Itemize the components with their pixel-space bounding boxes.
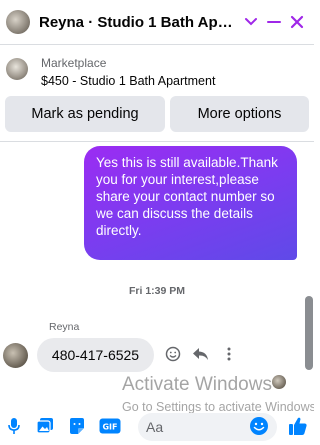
- svg-text:GIF: GIF: [102, 423, 117, 432]
- close-icon[interactable]: [289, 13, 306, 31]
- reply-icon[interactable]: [191, 344, 211, 364]
- incoming-message[interactable]: 480-417-6525: [37, 338, 154, 372]
- marketplace-divider: [0, 141, 314, 142]
- seen-avatar: [272, 375, 286, 389]
- header-divider: [0, 44, 314, 45]
- composer: GIF: [0, 408, 314, 445]
- more-actions-icon[interactable]: [219, 344, 239, 364]
- sticker-icon[interactable]: [66, 415, 88, 437]
- message-timestamp: Fri 1:39 PM: [128, 285, 186, 297]
- marketplace-label: Marketplace: [41, 56, 107, 70]
- scrollbar[interactable]: [305, 296, 313, 370]
- minimize-icon[interactable]: [265, 13, 282, 31]
- watermark-title: Activate Windows: [122, 374, 272, 395]
- sender-name: Reyna: [49, 321, 80, 333]
- outgoing-message[interactable]: Yes this is still available.Thank you fo…: [84, 146, 297, 260]
- chevron-down-icon[interactable]: [242, 13, 259, 31]
- mark-as-pending-button[interactable]: Mark as pending: [5, 96, 165, 132]
- gif-icon[interactable]: GIF: [98, 415, 122, 437]
- microphone-icon[interactable]: [3, 415, 25, 437]
- listing-title[interactable]: $450 - Studio 1 Bath Apartment: [41, 74, 215, 88]
- avatar[interactable]: [3, 343, 28, 368]
- thumbs-up-icon[interactable]: [287, 415, 309, 437]
- emoji-icon[interactable]: [248, 415, 270, 437]
- avatar[interactable]: [6, 10, 30, 34]
- react-emoji-icon[interactable]: [163, 344, 183, 364]
- more-options-button[interactable]: More options: [170, 96, 309, 132]
- chat-title[interactable]: Reyna · Studio 1 Bath Apartment: [39, 14, 236, 31]
- message-thread: Yes this is still available.Thank you fo…: [0, 143, 314, 403]
- chat-header: Reyna · Studio 1 Bath Apartment: [0, 0, 314, 44]
- listing-thumbnail[interactable]: [6, 58, 28, 80]
- photo-icon[interactable]: [34, 415, 56, 437]
